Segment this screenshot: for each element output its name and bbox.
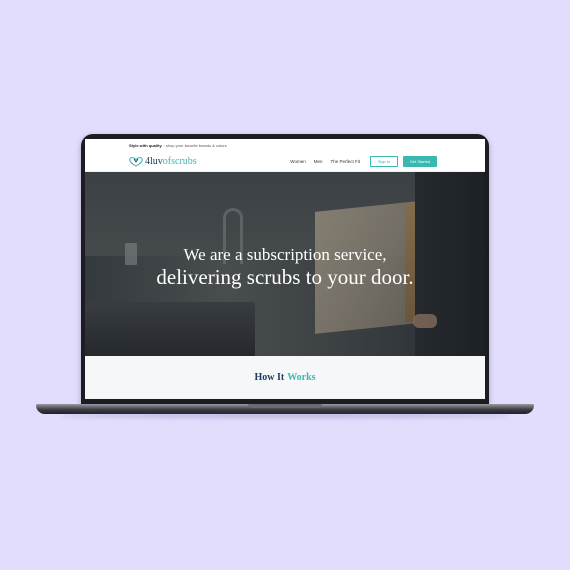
heart-logo-icon xyxy=(129,156,143,167)
site-header: 4luvofscrubs Women Men The Perfect Fit S… xyxy=(85,152,485,172)
logo-text: 4luvofscrubs xyxy=(145,156,197,167)
promo-text: : shop your favorite brands & colors xyxy=(163,143,227,148)
nav-perfect-fit[interactable]: The Perfect Fit xyxy=(330,159,360,164)
get-started-button[interactable]: Get Started xyxy=(403,156,437,167)
how-word-2: Works xyxy=(287,372,316,383)
hero-line-1: We are a subscription service, xyxy=(183,245,387,264)
laptop-screen: Style with quality : shop your favorite … xyxy=(85,139,485,399)
hero-heading: We are a subscription service, deliverin… xyxy=(85,244,485,289)
logo-part-3: scrubs xyxy=(171,156,197,167)
how-word-1: How It xyxy=(254,372,285,383)
main-nav: Women Men The Perfect Fit Sign In Get St… xyxy=(282,156,437,167)
nav-men[interactable]: Men xyxy=(314,159,323,164)
laptop-notch xyxy=(248,404,322,408)
promo-bold: Style with quality xyxy=(129,143,162,148)
laptop-shadow xyxy=(60,413,510,418)
logo-part-1: 4luv xyxy=(145,156,163,167)
sign-in-button[interactable]: Sign In xyxy=(370,156,398,167)
nav-women[interactable]: Women xyxy=(290,159,305,164)
hero-banner: We are a subscription service, deliverin… xyxy=(85,172,485,356)
logo-part-2: of xyxy=(162,156,172,167)
how-it-works-heading: How It Works xyxy=(85,356,485,399)
promo-bar: Style with quality : shop your favorite … xyxy=(85,139,485,152)
hero-line-2: delivering scrubs to your door. xyxy=(156,265,414,289)
logo[interactable]: 4luvofscrubs xyxy=(129,156,197,167)
